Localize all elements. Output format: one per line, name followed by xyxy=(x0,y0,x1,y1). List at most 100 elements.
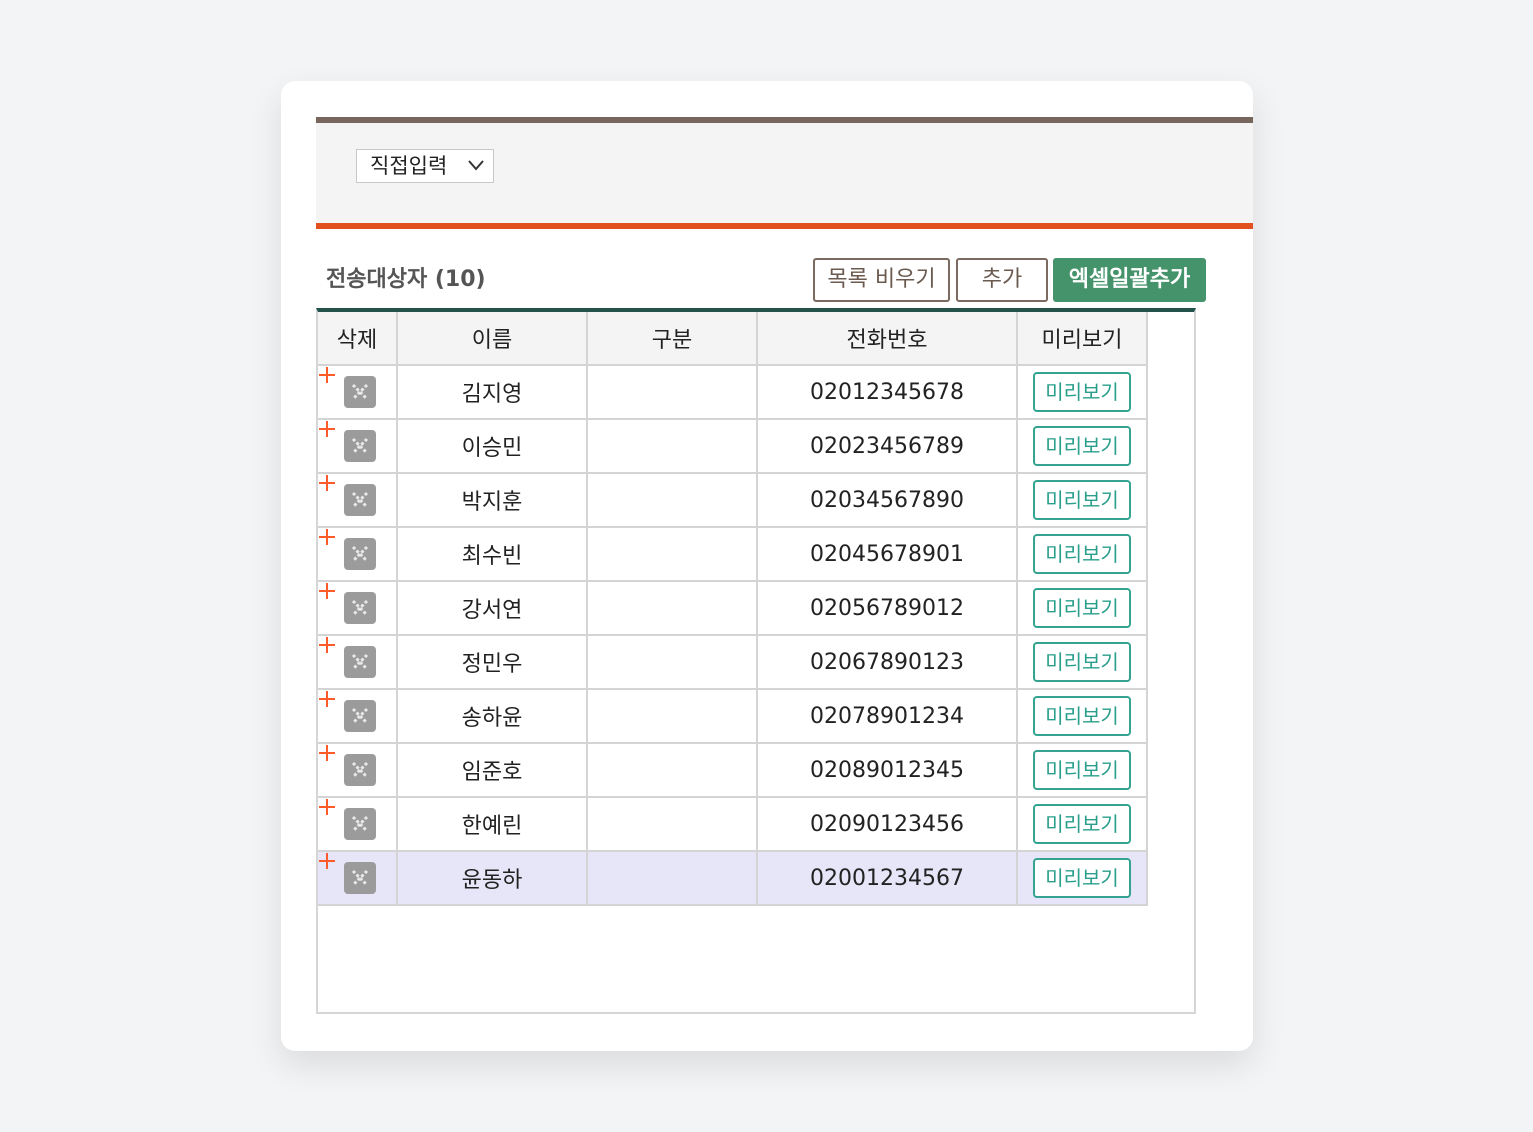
delete-row-icon[interactable] xyxy=(344,430,376,462)
delete-cell xyxy=(318,580,398,636)
cell-name: 박지훈 xyxy=(396,472,588,528)
delete-cell xyxy=(318,634,398,690)
preview-button[interactable]: 미리보기 xyxy=(1033,588,1131,628)
table-row[interactable]: 박지훈 02034567890 미리보기 xyxy=(318,472,1148,528)
expand-plus-icon[interactable] xyxy=(318,744,336,762)
table-row[interactable]: 윤동하 02001234567 미리보기 xyxy=(318,850,1148,906)
table-row[interactable]: 한예린 02090123456 미리보기 xyxy=(318,796,1148,852)
input-mode-value: 직접입력 xyxy=(370,154,448,178)
delete-cell xyxy=(318,364,398,420)
cell-preview: 미리보기 xyxy=(1016,364,1148,420)
table-row[interactable]: 강서연 02056789012 미리보기 xyxy=(318,580,1148,636)
cell-phone: 02034567890 xyxy=(756,472,1018,528)
add-button[interactable]: 추가 xyxy=(956,258,1048,302)
col-header-delete: 삭제 xyxy=(318,312,398,366)
preview-button[interactable]: 미리보기 xyxy=(1033,750,1131,790)
delete-row-icon[interactable] xyxy=(344,808,376,840)
col-header-name: 이름 xyxy=(396,312,588,366)
table-row[interactable]: 송하윤 02078901234 미리보기 xyxy=(318,688,1148,744)
table-row[interactable]: 최수빈 02045678901 미리보기 xyxy=(318,526,1148,582)
delete-row-icon[interactable] xyxy=(344,484,376,516)
chevron-down-icon xyxy=(468,160,484,171)
delete-cell xyxy=(318,742,398,798)
delete-cell xyxy=(318,850,398,906)
cell-category xyxy=(586,742,758,798)
table-row[interactable]: 임준호 02089012345 미리보기 xyxy=(318,742,1148,798)
col-header-category: 구분 xyxy=(586,312,758,366)
cell-preview: 미리보기 xyxy=(1016,850,1148,906)
excel-bulk-add-button[interactable]: 엑셀일괄추가 xyxy=(1053,258,1206,302)
cell-name: 강서연 xyxy=(396,580,588,636)
cell-phone: 02012345678 xyxy=(756,364,1018,420)
cell-name: 송하윤 xyxy=(396,688,588,744)
table-header-row: 삭제 이름 구분 전화번호 미리보기 xyxy=(318,312,1148,366)
expand-plus-icon[interactable] xyxy=(318,420,336,438)
clear-list-button[interactable]: 목록 비우기 xyxy=(813,258,950,302)
cell-name: 윤동하 xyxy=(396,850,588,906)
preview-button[interactable]: 미리보기 xyxy=(1033,858,1131,898)
cell-preview: 미리보기 xyxy=(1016,526,1148,582)
col-header-phone: 전화번호 xyxy=(756,312,1018,366)
preview-button[interactable]: 미리보기 xyxy=(1033,480,1131,520)
expand-plus-icon[interactable] xyxy=(318,690,336,708)
delete-row-icon[interactable] xyxy=(344,538,376,570)
cell-name: 임준호 xyxy=(396,742,588,798)
cell-name: 최수빈 xyxy=(396,526,588,582)
cell-phone: 02023456789 xyxy=(756,418,1018,474)
cell-category xyxy=(586,526,758,582)
section-title: 전송대상자 (10) xyxy=(326,267,486,292)
delete-row-icon[interactable] xyxy=(344,592,376,624)
delete-row-icon[interactable] xyxy=(344,862,376,894)
expand-plus-icon[interactable] xyxy=(318,636,336,654)
cell-name: 이승민 xyxy=(396,418,588,474)
recipient-table-container: 삭제 이름 구분 전화번호 미리보기 김지영 02012345678 미리보기 이승민… xyxy=(316,308,1196,1014)
preview-button[interactable]: 미리보기 xyxy=(1033,804,1131,844)
cell-preview: 미리보기 xyxy=(1016,580,1148,636)
delete-row-icon[interactable] xyxy=(344,376,376,408)
cell-category xyxy=(586,688,758,744)
cell-preview: 미리보기 xyxy=(1016,472,1148,528)
table-row[interactable]: 이승민 02023456789 미리보기 xyxy=(318,418,1148,474)
cell-name: 정민우 xyxy=(396,634,588,690)
input-mode-select[interactable]: 직접입력 xyxy=(356,149,494,183)
col-header-preview: 미리보기 xyxy=(1016,312,1148,366)
expand-plus-icon[interactable] xyxy=(318,582,336,600)
expand-plus-icon[interactable] xyxy=(318,528,336,546)
delete-cell xyxy=(318,472,398,528)
cell-category xyxy=(586,418,758,474)
cell-preview: 미리보기 xyxy=(1016,634,1148,690)
recipient-panel: 직접입력 전송대상자 (10) 목록 비우기 추가 엑셀일괄추가 삭제 이름 구… xyxy=(281,81,1253,1051)
cell-phone: 02078901234 xyxy=(756,688,1018,744)
expand-plus-icon[interactable] xyxy=(318,366,336,384)
cell-phone: 02056789012 xyxy=(756,580,1018,636)
cell-preview: 미리보기 xyxy=(1016,418,1148,474)
cell-category xyxy=(586,364,758,420)
cell-phone: 02090123456 xyxy=(756,796,1018,852)
preview-button[interactable]: 미리보기 xyxy=(1033,642,1131,682)
cell-phone: 02001234567 xyxy=(756,850,1018,906)
delete-cell xyxy=(318,418,398,474)
cell-preview: 미리보기 xyxy=(1016,796,1148,852)
preview-button[interactable]: 미리보기 xyxy=(1033,372,1131,412)
cell-category xyxy=(586,634,758,690)
recipient-table: 삭제 이름 구분 전화번호 미리보기 김지영 02012345678 미리보기 이승민… xyxy=(318,312,1148,906)
preview-button[interactable]: 미리보기 xyxy=(1033,426,1131,466)
table-row[interactable]: 김지영 02012345678 미리보기 xyxy=(318,364,1148,420)
preview-button[interactable]: 미리보기 xyxy=(1033,534,1131,574)
cell-preview: 미리보기 xyxy=(1016,688,1148,744)
expand-plus-icon[interactable] xyxy=(318,852,336,870)
table-row[interactable]: 정민우 02067890123 미리보기 xyxy=(318,634,1148,690)
preview-button[interactable]: 미리보기 xyxy=(1033,696,1131,736)
cell-name: 김지영 xyxy=(396,364,588,420)
cell-category xyxy=(586,796,758,852)
cell-category xyxy=(586,850,758,906)
delete-row-icon[interactable] xyxy=(344,754,376,786)
delete-cell xyxy=(318,796,398,852)
delete-row-icon[interactable] xyxy=(344,700,376,732)
cell-category xyxy=(586,472,758,528)
cell-phone: 02067890123 xyxy=(756,634,1018,690)
delete-cell xyxy=(318,526,398,582)
expand-plus-icon[interactable] xyxy=(318,798,336,816)
expand-plus-icon[interactable] xyxy=(318,474,336,492)
delete-row-icon[interactable] xyxy=(344,646,376,678)
